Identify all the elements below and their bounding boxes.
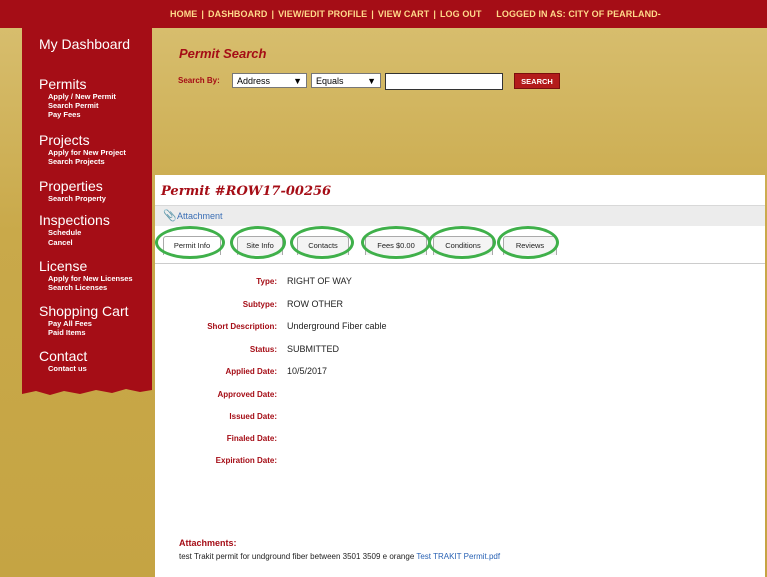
top-nav-links: HOME | DASHBOARD | VIEW/EDIT PROFILE | VIEW CA… — [170, 9, 661, 19]
search-operator-value: Equals — [316, 76, 344, 86]
attachment-description: test Trakit permit for undground fiber b… — [179, 552, 415, 561]
tab-permit-info[interactable]: Permit Info — [163, 236, 221, 255]
nav-separator: | — [433, 9, 436, 19]
field-value-subtype: ROW OTHER — [287, 299, 343, 309]
field-value-short-description: Underground Fiber cable — [287, 321, 387, 331]
search-field-value: Address — [237, 76, 271, 86]
tab-fees[interactable]: Fees $0.00 — [365, 236, 427, 255]
top-nav-bar: HOME | DASHBOARD | VIEW/EDIT PROFILE | VIEW CA… — [0, 0, 767, 28]
sidebar-section-contact: Contact — [39, 348, 88, 364]
sidebar-link-schedule[interactable]: Schedule — [48, 228, 81, 237]
sidebar-link-search-licenses[interactable]: Search Licenses — [48, 283, 107, 292]
permit-panel: Permit #ROW17-00256 📎 Attachment Permit … — [155, 175, 765, 577]
tab-reviews[interactable]: Reviews — [503, 236, 557, 255]
sidebar-dashboard-link[interactable]: My Dashboard — [39, 36, 130, 52]
field-label-issued-date: Issued Date: — [229, 412, 277, 421]
sidebar-link-search-property[interactable]: Search Property — [48, 194, 106, 203]
field-label-short-description: Short Description: — [207, 322, 277, 331]
field-value-status: SUBMITTED — [287, 344, 340, 354]
attachment-link[interactable]: Attachment — [177, 211, 223, 221]
search-field-select[interactable]: Address ▼ — [232, 73, 307, 88]
chevron-down-icon: ▼ — [293, 76, 302, 86]
logged-in-user: CITY OF PEARLAND- — [568, 9, 661, 19]
sidebar-torn-edge — [22, 386, 152, 395]
sidebar-link-contact-us[interactable]: Contact us — [48, 364, 87, 373]
attachment-entry: test Trakit permit for undground fiber b… — [179, 552, 500, 561]
sidebar-link-search-projects[interactable]: Search Projects — [48, 157, 105, 166]
tab-contacts[interactable]: Contacts — [297, 236, 349, 255]
field-label-applied-date: Applied Date: — [225, 367, 277, 376]
sidebar-link-pay-all-fees[interactable]: Pay All Fees — [48, 319, 92, 328]
sidebar-section-properties: Properties — [39, 178, 103, 194]
sidebar: My Dashboard Permits Apply / New Permit … — [22, 28, 152, 395]
sidebar-section-projects: Projects — [39, 132, 90, 148]
sidebar-link-search-permit[interactable]: Search Permit — [48, 101, 98, 110]
field-label-expiration-date: Expiration Date: — [215, 456, 277, 465]
field-value-type: RIGHT OF WAY — [287, 276, 352, 286]
field-value-applied-date: 10/5/2017 — [287, 366, 328, 376]
sidebar-link-apply-licenses[interactable]: Apply for New Licenses — [48, 274, 133, 283]
sidebar-link-pay-fees[interactable]: Pay Fees — [48, 110, 81, 119]
nav-separator: | — [371, 9, 374, 19]
field-label-type: Type: — [256, 277, 277, 286]
sidebar-section-permits: Permits — [39, 76, 87, 92]
sidebar-link-apply-permit[interactable]: Apply / New Permit — [48, 92, 116, 101]
search-operator-select[interactable]: Equals ▼ — [311, 73, 381, 88]
sidebar-section-shopping-cart: Shopping Cart — [39, 303, 129, 319]
permit-tabs: Permit Info Site Info Contacts Fees $0.0… — [155, 226, 765, 264]
chevron-down-icon: ▼ — [367, 76, 376, 86]
nav-profile-link[interactable]: VIEW/EDIT PROFILE — [278, 9, 367, 19]
field-label-status: Status: — [249, 345, 277, 354]
search-input[interactable] — [385, 73, 503, 90]
logged-in-label: LOGGED IN AS: — [496, 9, 566, 19]
sidebar-link-cancel[interactable]: Cancel — [48, 238, 73, 247]
permit-title: Permit #ROW17-00256 — [161, 184, 332, 199]
nav-logout-link[interactable]: LOG OUT — [440, 9, 482, 19]
tab-conditions[interactable]: Conditions — [433, 236, 493, 255]
sidebar-section-license: License — [39, 258, 88, 274]
attachments-heading: Attachments: — [179, 538, 237, 548]
nav-separator: | — [271, 9, 275, 19]
nav-dashboard-link[interactable]: DASHBOARD — [208, 9, 267, 19]
attachment-bar: 📎 Attachment — [155, 206, 765, 226]
nav-cart-link[interactable]: VIEW CART — [378, 9, 429, 19]
field-label-subtype: Subtype: — [242, 300, 277, 309]
nav-separator: | — [201, 9, 205, 19]
field-label-finaled-date: Finaled Date: — [226, 434, 277, 443]
attachment-file-link[interactable]: Test TRAKIT Permit.pdf — [416, 552, 500, 561]
permit-search-title: Permit Search — [179, 46, 267, 61]
nav-home-link[interactable]: HOME — [170, 9, 197, 19]
sidebar-section-inspections: Inspections — [39, 212, 110, 228]
field-label-approved-date: Approved Date: — [217, 390, 277, 399]
search-by-label: Search By: — [178, 76, 220, 85]
sidebar-link-paid-items[interactable]: Paid Items — [48, 328, 86, 337]
paperclip-icon[interactable]: 📎 — [163, 209, 177, 222]
tab-site-info[interactable]: Site Info — [237, 236, 283, 255]
search-button[interactable]: SEARCH — [514, 73, 560, 89]
sidebar-link-apply-project[interactable]: Apply for New Project — [48, 148, 126, 157]
